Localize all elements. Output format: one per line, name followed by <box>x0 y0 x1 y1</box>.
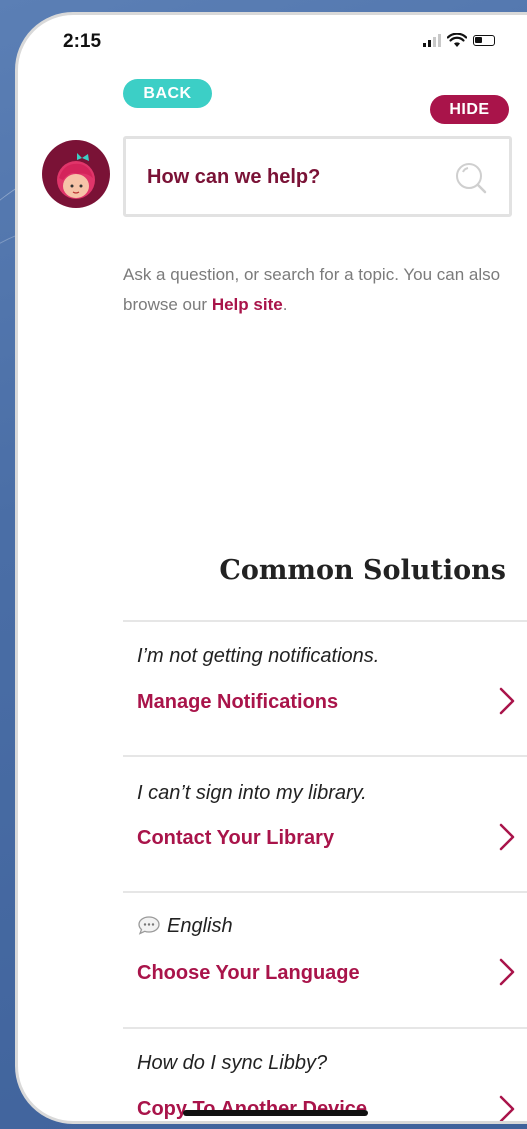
item-question: I’m not getting notifications. <box>137 645 380 667</box>
chevron-right-icon[interactable] <box>498 1095 516 1123</box>
item-question: I can’t sign into my library. <box>137 782 367 804</box>
battery-icon <box>473 35 495 46</box>
item-question: How do I sync Libby? <box>137 1052 328 1074</box>
chevron-right-icon[interactable] <box>498 687 516 715</box>
help-site-link[interactable]: Help site <box>212 295 283 314</box>
help-text-end: . <box>282 295 288 314</box>
chevron-right-icon[interactable] <box>498 958 516 986</box>
language-label: English <box>167 915 233 937</box>
status-time: 2:15 <box>63 31 102 52</box>
hide-button[interactable]: HIDE <box>430 95 509 124</box>
search-input[interactable]: How can we help? <box>123 136 512 217</box>
signal-icon <box>423 33 441 47</box>
divider <box>123 891 527 893</box>
libby-avatar-icon <box>42 140 110 208</box>
search-placeholder: How can we help? <box>147 166 321 188</box>
contact-library-link[interactable]: Contact Your Library <box>137 827 334 850</box>
wifi-icon <box>447 33 467 47</box>
divider <box>123 755 527 757</box>
speech-bubble-icon <box>138 916 160 935</box>
phone-screen: 2:15 BACK HIDE How can we help? Ask a qu… <box>15 12 527 1124</box>
back-button[interactable]: BACK <box>123 79 212 108</box>
divider <box>123 1027 527 1029</box>
home-indicator[interactable] <box>183 1110 368 1116</box>
chevron-right-icon[interactable] <box>498 823 516 851</box>
search-icon[interactable] <box>452 159 492 199</box>
section-title: Common Solutions <box>219 555 506 586</box>
manage-notifications-link[interactable]: Manage Notifications <box>137 691 338 714</box>
status-bar: 2:15 <box>18 15 527 65</box>
choose-language-link[interactable]: Choose Your Language <box>137 962 360 985</box>
item-question: English <box>137 915 233 938</box>
help-text: Ask a question, or search for a topic. Y… <box>123 265 501 314</box>
divider <box>123 620 527 622</box>
status-icons <box>423 33 495 48</box>
help-description: Ask a question, or search for a topic. Y… <box>123 260 518 320</box>
